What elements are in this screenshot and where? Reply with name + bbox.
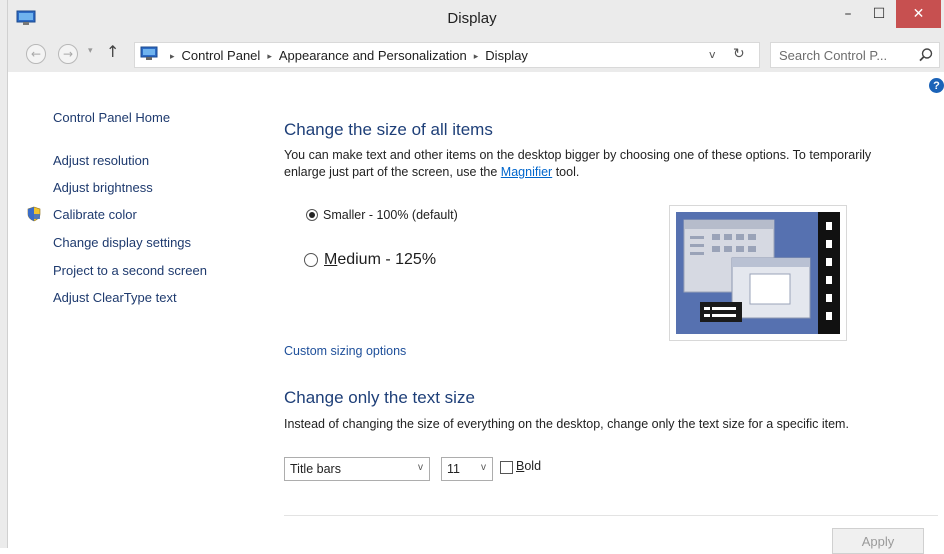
custom-sizing-options-link[interactable]: Custom sizing options [284, 344, 406, 358]
breadcrumb-display[interactable]: Display [485, 48, 528, 63]
font-size-value: 11 [447, 462, 460, 476]
sidebar-item-adjust-brightness[interactable]: Adjust brightness [53, 180, 153, 195]
breadcrumb-separator-icon[interactable]: ▸ [267, 51, 272, 61]
divider [284, 515, 938, 516]
text-item-select[interactable]: Title bars v [284, 457, 430, 481]
breadcrumb: ▸ Control Panel ▸ Appearance and Personaliz… [163, 48, 528, 63]
search-icon[interactable] [918, 47, 934, 63]
sidebar: Control Panel Home Adjust resolution Adj… [0, 72, 260, 548]
main-content: Change the size of all items You can mak… [284, 72, 944, 554]
description-text-end: tool. [552, 165, 580, 179]
bold-checkbox-label[interactable]: Bold [516, 459, 541, 473]
display-window: Display – ☐ ✕ ← → ▾ ↑ ▸ Control Panel ▸ App… [0, 0, 944, 554]
preview-illustration [676, 212, 840, 334]
description-change-size: You can make text and other items on the… [284, 147, 904, 181]
radio-smaller[interactable] [306, 209, 318, 221]
description-change-text-size: Instead of changing the size of everythi… [284, 417, 849, 431]
scaling-preview-image [669, 205, 847, 341]
heading-change-text-size: Change only the text size [284, 388, 475, 407]
close-button[interactable]: ✕ [896, 0, 941, 28]
option-medium[interactable]: Medium - 125% [304, 251, 436, 269]
uac-shield-icon [27, 206, 41, 222]
sidebar-item-adjust-cleartype[interactable]: Adjust ClearType text [53, 290, 177, 305]
window-title: Display [447, 10, 497, 27]
address-bar[interactable]: ▸ Control Panel ▸ Appearance and Personaliz… [134, 42, 760, 68]
option-smaller-label: Smaller - 100% (default) [323, 208, 458, 222]
option-medium-label: Medium - 125% [324, 251, 437, 268]
sidebar-item-adjust-resolution[interactable]: Adjust resolution [53, 153, 149, 168]
breadcrumb-control-panel[interactable]: Control Panel [182, 48, 261, 63]
magnifier-link[interactable]: Magnifier [501, 165, 552, 179]
back-button[interactable]: ← [26, 44, 46, 64]
search-input[interactable] [779, 46, 911, 64]
heading-change-size-all-items: Change the size of all items [284, 120, 493, 139]
navigation-bar: ← → ▾ ↑ ▸ Control Panel ▸ Appearance and Pe… [8, 38, 944, 72]
chevron-down-icon: v [481, 462, 486, 473]
forward-button[interactable]: → [58, 44, 78, 64]
breadcrumb-separator-icon[interactable]: ▸ [474, 51, 479, 61]
sidebar-item-control-panel-home[interactable]: Control Panel Home [53, 110, 170, 125]
maximize-button[interactable]: ☐ [862, 0, 896, 28]
title-bar[interactable]: Display – ☐ ✕ [0, 0, 944, 38]
sidebar-item-change-display-settings[interactable]: Change display settings [53, 235, 191, 250]
option-smaller[interactable]: Smaller - 100% (default) [306, 208, 458, 222]
minimize-button[interactable]: – [834, 0, 862, 28]
text-item-value: Title bars [290, 462, 341, 476]
breadcrumb-appearance[interactable]: Appearance and Personalization [279, 48, 467, 63]
breadcrumb-separator-icon[interactable]: ▸ [170, 51, 175, 61]
address-dropdown-button[interactable]: v [709, 48, 716, 61]
radio-medium[interactable] [304, 253, 318, 267]
apply-button[interactable]: Apply [832, 528, 924, 554]
sidebar-item-calibrate-color[interactable]: Calibrate color [53, 207, 137, 222]
font-size-select[interactable]: 11 v [441, 457, 493, 481]
sidebar-item-project-second-screen[interactable]: Project to a second screen [53, 263, 207, 278]
up-button[interactable]: ↑ [106, 42, 119, 61]
refresh-button[interactable]: ↻ [733, 46, 745, 62]
chevron-down-icon: v [418, 462, 423, 473]
control-panel-icon [140, 46, 158, 60]
recent-locations-button[interactable]: ▾ [88, 46, 93, 56]
search-box[interactable] [770, 42, 940, 68]
bold-checkbox[interactable] [500, 461, 513, 474]
